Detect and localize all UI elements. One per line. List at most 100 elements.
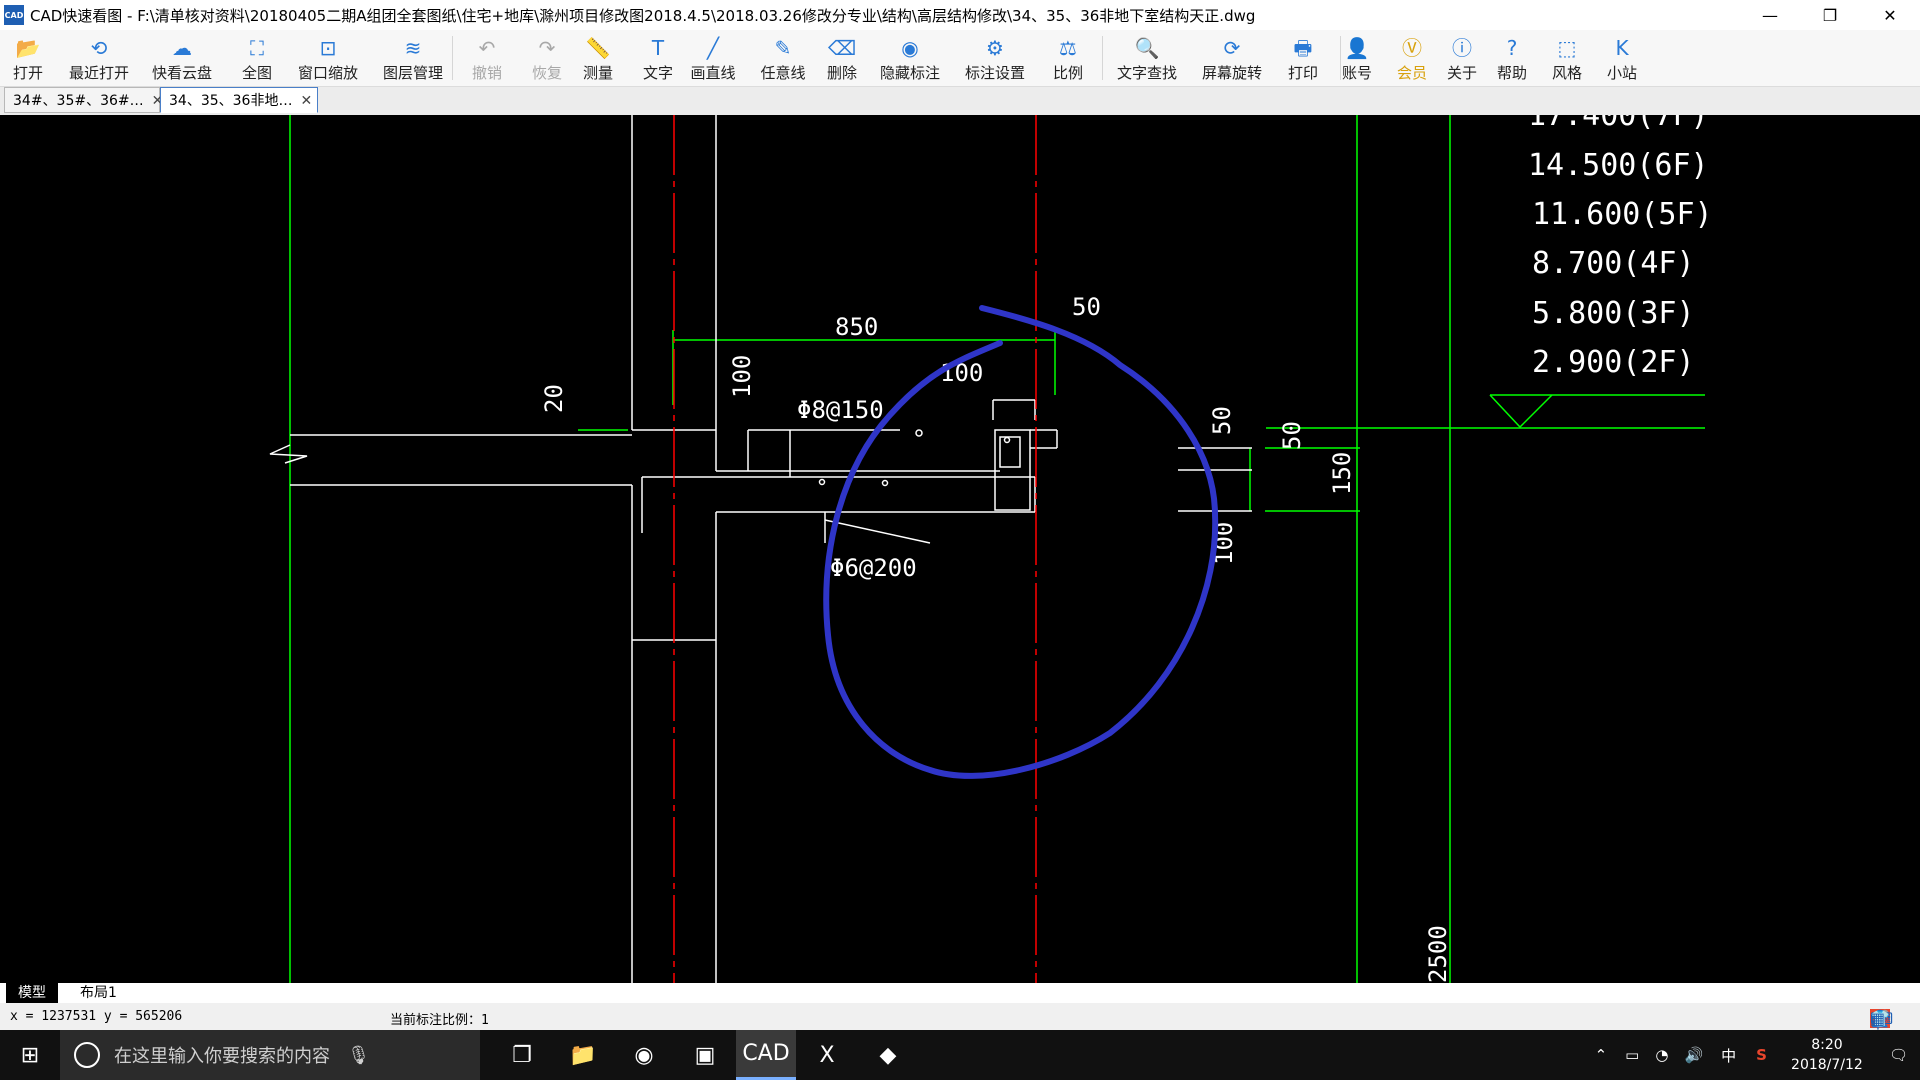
layout-tab-bar: 模型 布局1 <box>0 983 1920 1003</box>
eye-icon: ◉ <box>901 36 919 60</box>
dimension-text-2500: 2500 <box>1424 925 1452 983</box>
toolbar-button-9[interactable]: 📏 测量 <box>570 30 626 86</box>
toolbar-button-14[interactable]: ◉ 隐藏标注 <box>870 30 950 86</box>
coordinate-readout: x = 1237531 y = 565206 <box>10 1009 183 1024</box>
toolbar-button-6[interactable]: ≋ 图层管理 <box>370 30 456 86</box>
level-label: 14.500(6F) <box>1528 148 1709 183</box>
drawing-canvas[interactable]: 850 50 100 100 20 Φ8@150 Φ6@200 50 50 15… <box>0 98 1920 983</box>
tab-layout1[interactable]: 布局1 <box>68 983 129 1003</box>
microphone-icon[interactable]: 🎙 <box>347 1045 370 1066</box>
toolbar-button-17[interactable]: 🔍 文字查找 <box>1105 30 1189 86</box>
app-green-icon[interactable]: ▣ <box>675 1030 735 1080</box>
freehand-annotation-circle[interactable] <box>823 305 1219 779</box>
info-icon: ⓘ <box>1452 36 1472 60</box>
dimension-text-20: 20 <box>540 384 568 413</box>
toolbar-button-10[interactable]: T 文字 <box>630 30 686 86</box>
wifi-icon[interactable]: ◔ <box>1655 1046 1668 1064</box>
toolbar-label: 风格 <box>1551 64 1582 82</box>
toolbar-button-23[interactable]: ? 帮助 <box>1485 30 1539 86</box>
sogou-tray-icon[interactable]: S <box>1756 1046 1767 1064</box>
level-label: 8.700(4F) <box>1532 246 1695 281</box>
app-logo-icon: CAD <box>4 5 24 25</box>
battery-icon[interactable]: ▭ <box>1625 1046 1639 1064</box>
toolbar-label: 任意线 <box>760 64 806 82</box>
notification-icon[interactable]: 🗨 <box>1889 1046 1908 1064</box>
start-button[interactable]: ⊞ <box>0 1030 60 1080</box>
user-icon: 👤 <box>1344 36 1370 60</box>
toolbar-label: 会员 <box>1396 64 1427 82</box>
maps-icon[interactable]: ◆ <box>858 1030 918 1080</box>
toolbar-button-13[interactable]: ⌫ 删除 <box>815 30 869 86</box>
toolbar-label: 文字 <box>642 64 673 82</box>
toolbar-label: 窗口缩放 <box>297 64 358 82</box>
status-bar: x = 1237531 y = 565206 当前标注比例：1 S 中 °, ☺… <box>0 1003 1920 1032</box>
task-view-icon[interactable]: ❐ <box>492 1030 552 1080</box>
toolbar-label: 全图 <box>241 64 272 82</box>
toolbar-button-15[interactable]: ⚙ 标注设置 <box>955 30 1035 86</box>
eraser-icon: ⌫ <box>827 36 857 60</box>
toolbar-button-8[interactable]: ↷ 恢复 <box>520 30 574 86</box>
toolbar-button-22[interactable]: ⓘ 关于 <box>1435 30 1489 86</box>
toolbar-button-21[interactable]: Ⓥ 会员 <box>1385 30 1439 86</box>
tab-close-icon[interactable]: ✕ <box>300 93 312 109</box>
taskbar-search[interactable]: 在这里输入你要搜索的内容 🎙 <box>60 1030 480 1080</box>
toolbar-button-16[interactable]: ⚖ 比例 <box>1040 30 1096 86</box>
ruler-icon: 📏 <box>585 36 611 60</box>
file-explorer-icon[interactable]: 📁 <box>553 1030 613 1080</box>
toolbar-label: 屏幕旋转 <box>1201 64 1262 82</box>
title-bar: CAD CAD快速看图 - F:\清单核对资料\20180405二期A组团全套图… <box>0 0 1920 30</box>
toolbar-label: 恢复 <box>531 64 562 82</box>
cortana-icon <box>74 1042 100 1068</box>
dimension-text-50-right: 50 <box>1208 406 1236 435</box>
toolbar-button-18[interactable]: ⟳ 屏幕旋转 <box>1190 30 1274 86</box>
toolbar-label: 快看云盘 <box>151 64 212 82</box>
toolbar-button-5[interactable]: ⊡ 窗口缩放 <box>290 30 366 86</box>
toolbar-label: 比例 <box>1052 64 1083 82</box>
layers-icon: ≋ <box>404 36 422 60</box>
cloud-icon: ☁ <box>172 36 192 60</box>
window-title: CAD快速看图 - F:\清单核对资料\20180405二期A组团全套图纸\住宅… <box>30 6 1256 25</box>
level-label: 11.600(5F) <box>1532 197 1713 232</box>
toolbar-button-1[interactable]: 📂 打开 <box>0 30 56 86</box>
system-clock[interactable]: 8:20 2018/7/12 <box>1777 1035 1877 1075</box>
volume-icon[interactable]: 🔊 <box>1684 1046 1703 1064</box>
toolbar-button-7[interactable]: ↶ 撤销 <box>460 30 514 86</box>
main-toolbar: 📂 打开 ⟲ 最近打开 ☁ 快看云盘 ⛶ 全图 ⊡ 窗口缩放 ≋ 图层管理 ↶ 撤销 ↷ 恢复 📏 测量 T 文字 ╱ 画… <box>0 30 1920 87</box>
cad-drawing: 850 50 100 100 20 Φ8@150 Φ6@200 50 50 15… <box>269 98 1713 983</box>
toolbar-label: 小站 <box>1606 64 1637 82</box>
text-search-icon: 🔍 <box>1134 36 1160 60</box>
toolbar-button-11[interactable]: ╱ 画直线 <box>680 30 746 86</box>
tab-model[interactable]: 模型 <box>6 983 58 1003</box>
toolbar-label: 最近打开 <box>68 64 129 82</box>
chevron-up-icon[interactable]: ⌃ <box>1595 1046 1608 1064</box>
minimize-button[interactable]: — <box>1740 0 1800 30</box>
toolbar-button-2[interactable]: ⟲ 最近打开 <box>60 30 138 86</box>
browser-icon[interactable]: ◉ <box>614 1030 674 1080</box>
toolbar-button-4[interactable]: ⛶ 全图 <box>230 30 284 86</box>
dimension-text-150: 150 <box>1328 452 1356 495</box>
undo-icon: ↶ <box>478 36 496 60</box>
printer-icon: 🖶 <box>1293 36 1313 60</box>
toolbar-button-24[interactable]: ⬚ 风格 <box>1540 30 1594 86</box>
toolbar-button-12[interactable]: ✎ 任意线 <box>750 30 816 86</box>
toolbar-button-3[interactable]: ☁ 快看云盘 <box>140 30 224 86</box>
tab-label: 34、35、36非地… <box>169 93 293 109</box>
excel-icon[interactable]: X <box>797 1030 857 1080</box>
toolbar-button-20[interactable]: 👤 账号 <box>1330 30 1384 86</box>
cad-viewer-taskbar-icon[interactable]: CAD <box>736 1030 796 1080</box>
clock-date: 2018/7/12 <box>1791 1057 1863 1073</box>
toolbar-label: 隐藏标注 <box>879 64 940 82</box>
close-button[interactable]: ✕ <box>1860 0 1920 30</box>
input-language[interactable]: 中 <box>1721 1045 1736 1066</box>
history-icon: ⟲ <box>90 36 108 60</box>
tab-document-2[interactable]: 34、35、36非地… ✕ <box>160 87 318 113</box>
toolbar-label: 打开 <box>12 64 43 82</box>
grid-icon[interactable]: ▦ <box>1870 1009 1885 1028</box>
toolbar-button-25[interactable]: K 小站 <box>1595 30 1649 86</box>
toolbar-label: 打印 <box>1287 64 1318 82</box>
system-tray: ⌃ ▭ ◔ 🔊 中 S 8:20 2018/7/12 🗨 <box>1585 1030 1920 1080</box>
toolbar-label: 撤销 <box>471 64 502 82</box>
restore-button[interactable]: ❐ <box>1800 0 1860 30</box>
toolbar-button-19[interactable]: 🖶 打印 <box>1275 30 1331 86</box>
tab-document-1[interactable]: 34#、35#、36#… ✕ <box>4 87 163 113</box>
